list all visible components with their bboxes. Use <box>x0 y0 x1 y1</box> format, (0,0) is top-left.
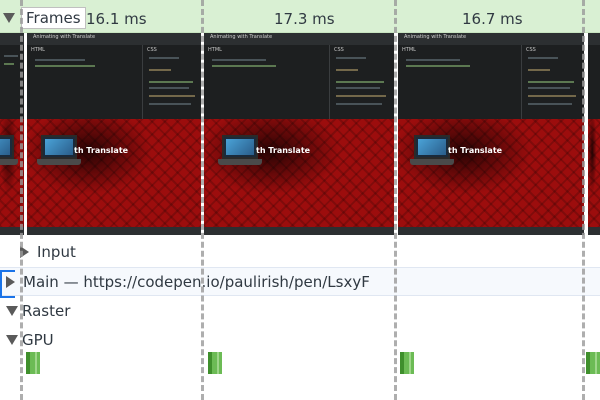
main-track-toggle[interactable]: Main — https://codepen.io/paulirish/pen/… <box>6 273 370 291</box>
code-editor-thumbnail: Animating with Translate HTML CSS <box>204 33 394 119</box>
raster-track-toggle[interactable]: Raster <box>6 302 70 320</box>
main-thread-track[interactable]: Main — https://codepen.io/paulirish/pen/… <box>0 267 600 298</box>
css-pane-label: CSS <box>147 47 157 53</box>
animation-stage-thumbnail: th Translate <box>27 119 201 227</box>
tab-title: Animating with Translate <box>210 34 273 40</box>
raster-track[interactable]: Raster <box>0 297 600 326</box>
stage-caption: th Translate <box>74 146 129 155</box>
animation-stage-thumbnail: th Translate <box>398 119 584 227</box>
screenshot-filmstrip[interactable]: Animating with Translate HTML CSS th Tra… <box>0 33 600 235</box>
main-track-label: Main — https://codepen.io/paulirish/pen/… <box>23 273 370 291</box>
frame-duration-2[interactable]: 17.3 ms <box>274 10 335 28</box>
frame-duration-3[interactable]: 16.7 ms <box>462 10 523 28</box>
frame-screenshot-1[interactable]: Animating with Translate HTML CSS th Tra… <box>27 33 201 235</box>
input-track-toggle[interactable]: Input <box>20 243 76 261</box>
gpu-track-toggle[interactable]: GPU <box>6 331 54 349</box>
gpu-track[interactable]: GPU <box>0 326 600 355</box>
input-track-label: Input <box>37 243 76 261</box>
frame-screenshot-3[interactable]: Animating with Translate HTML CSS th Tra… <box>398 33 584 235</box>
html-pane-label: HTML <box>402 47 416 53</box>
frame-screenshot-4[interactable] <box>588 33 600 235</box>
html-pane-label: HTML <box>208 47 222 53</box>
stage-caption: th Translate <box>256 146 311 155</box>
frame-screenshot-2[interactable]: Animating with Translate HTML CSS th Tra… <box>204 33 394 235</box>
expand-triangle-icon[interactable] <box>6 306 18 316</box>
stage-caption: th Translate <box>448 146 503 155</box>
laptop-image <box>0 135 18 167</box>
frame-duration-1[interactable]: 16.1 ms <box>86 10 147 28</box>
frame-boundary-line <box>394 0 397 400</box>
frame-boundary-line <box>201 0 204 400</box>
gpu-track-label: GPU <box>22 331 54 349</box>
frame-boundary-line <box>20 0 23 400</box>
expand-triangle-icon[interactable] <box>6 335 18 345</box>
input-track[interactable]: Input <box>0 238 600 267</box>
css-pane-label: CSS <box>526 47 536 53</box>
expand-triangle-icon[interactable] <box>3 13 15 23</box>
css-pane-label: CSS <box>334 47 344 53</box>
collapsed-triangle-icon[interactable] <box>6 276 15 288</box>
code-editor-thumbnail <box>588 33 600 119</box>
gpu-task-block[interactable] <box>26 352 40 374</box>
html-pane-label: HTML <box>31 47 45 53</box>
animation-stage-thumbnail: th Translate <box>204 119 394 227</box>
raster-track-label: Raster <box>22 302 71 320</box>
code-editor-thumbnail: Animating with Translate HTML CSS <box>27 33 201 119</box>
frames-toggle[interactable]: Frames <box>3 6 86 30</box>
frame-boundary-line <box>582 0 585 400</box>
frames-label: Frames <box>21 7 86 29</box>
tab-title: Animating with Translate <box>404 34 467 40</box>
tab-title: Animating with Translate <box>33 34 96 40</box>
code-editor-thumbnail: Animating with Translate HTML CSS <box>398 33 584 119</box>
frames-track[interactable]: Frames 16.1 ms 17.3 ms 16.7 ms <box>0 0 600 33</box>
gpu-task-block[interactable] <box>208 352 222 374</box>
animation-stage-thumbnail <box>588 119 600 227</box>
gpu-task-block[interactable] <box>400 352 414 374</box>
gpu-task-block[interactable] <box>586 352 600 374</box>
